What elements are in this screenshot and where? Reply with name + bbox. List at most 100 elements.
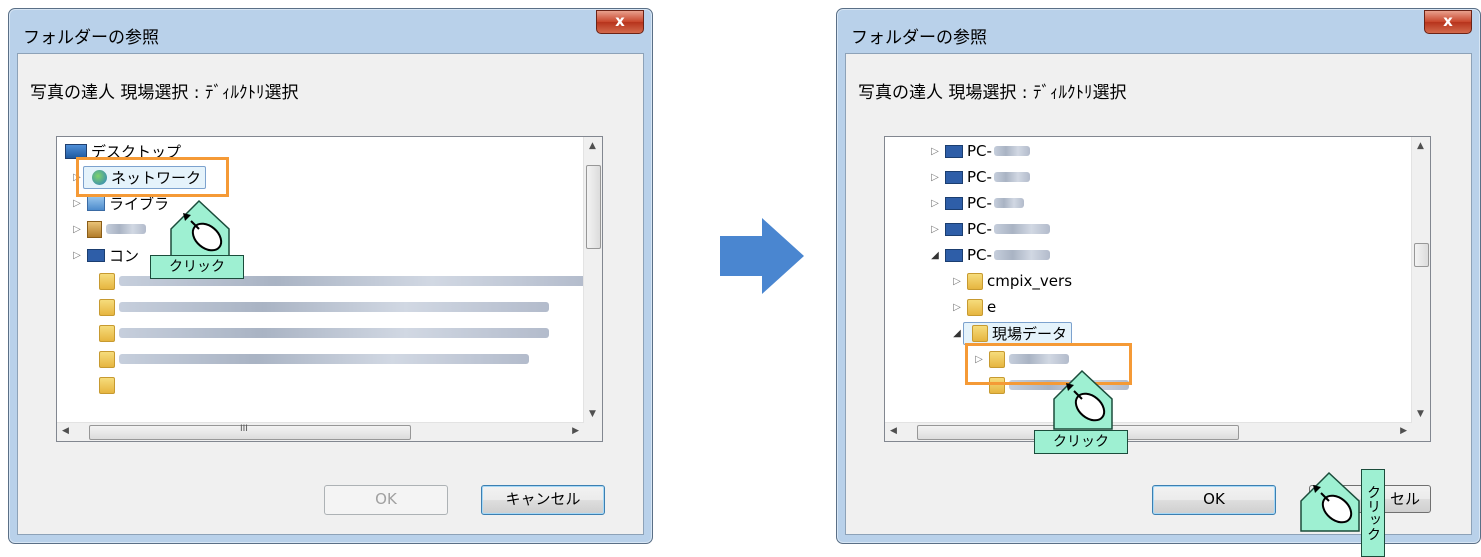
tree-item-label: PC- (967, 168, 992, 186)
tree-item-folder[interactable]: ▷ e (951, 294, 996, 320)
selected-highlight: 現場データ (963, 321, 1073, 345)
tree-item-label: PC- (967, 246, 992, 264)
folder-browse-dialog-before: フォルダーの参照 x 写真の達人 現場選択 : ﾃﾞｨﾙｸﾄﾘ選択 デスクトップ… (8, 8, 653, 544)
computer-icon (945, 144, 963, 158)
expand-icon[interactable]: ▷ (929, 224, 941, 235)
tree-item-label: cmpix_vers (987, 272, 1073, 290)
collapse-icon[interactable]: ◢ (929, 250, 941, 261)
tree-item-label: 現場データ (992, 324, 1068, 343)
blurred-text (993, 224, 1050, 234)
expand-icon[interactable]: ▷ (951, 276, 963, 287)
folder-icon (99, 376, 115, 394)
scroll-corner (584, 423, 602, 441)
close-button[interactable]: x (1424, 10, 1472, 34)
click-annotation: クリック (150, 255, 244, 279)
dialog-title: フォルダーの参照 (23, 28, 159, 48)
blurred-text (993, 172, 1030, 182)
scroll-right-icon[interactable]: ▶ (572, 426, 579, 436)
folder-icon (99, 324, 115, 342)
ok-button[interactable]: OK (1152, 485, 1276, 515)
folder-icon (99, 272, 115, 290)
collapse-icon[interactable]: ◢ (951, 328, 963, 339)
expand-icon[interactable]: ▷ (71, 198, 83, 209)
tree-item-folder[interactable] (95, 320, 549, 346)
expand-icon[interactable]: ▷ (929, 146, 941, 157)
scroll-corner (1412, 423, 1430, 441)
expand-icon[interactable]: ▷ (71, 224, 83, 235)
dialog-client-area: 写真の達人 現場選択 : ﾃﾞｨﾙｸﾄﾘ選択 ▷ PC- ▷ PC- ▷ PC-… (845, 53, 1472, 535)
tree-item-folder[interactable] (95, 294, 549, 320)
ok-button[interactable]: OK (324, 485, 448, 515)
blurred-text (993, 198, 1024, 208)
title-bar: フォルダーの参照 x (837, 9, 1480, 53)
folder-icon (972, 324, 988, 342)
expand-icon[interactable]: ▷ (929, 198, 941, 209)
scroll-down-icon[interactable]: ▼ (1417, 409, 1424, 419)
user-folder-icon (87, 220, 102, 238)
folder-icon (967, 298, 983, 316)
expand-icon[interactable]: ▷ (951, 302, 963, 313)
folder-icon (99, 350, 115, 368)
dialog-prompt: 写真の達人 現場選択 : ﾃﾞｨﾙｸﾄﾘ選択 (858, 83, 1127, 103)
right-arrow-icon (720, 218, 804, 294)
folder-icon (967, 272, 983, 290)
tree-item-folder[interactable] (95, 372, 119, 398)
expand-icon[interactable]: ▷ (929, 172, 941, 183)
tree-item-pc[interactable]: ▷ PC- (929, 138, 1030, 164)
grip-icon: III (240, 424, 248, 434)
tree-item-pc[interactable]: ▷ PC- (929, 164, 1030, 190)
tree-item-pc-expanded[interactable]: ◢ PC- (929, 242, 1050, 268)
tree-item-label: コン (109, 246, 140, 265)
scroll-right-icon[interactable]: ▶ (1400, 426, 1407, 436)
dialog-client-area: 写真の達人 現場選択 : ﾃﾞｨﾙｸﾄﾘ選択 デスクトップ ▷ ネットワーク ▷ (17, 53, 644, 535)
scroll-thumb[interactable] (586, 165, 601, 249)
computer-icon (945, 222, 963, 236)
mouse-icon (1053, 369, 1113, 430)
vertical-scrollbar[interactable]: ▲ ▼ (583, 137, 602, 423)
tree-item-label: PC- (967, 220, 992, 238)
title-bar: フォルダーの参照 x (9, 9, 652, 53)
tree-item-folder[interactable]: ▷ cmpix_vers (951, 268, 1072, 294)
folder-tree[interactable]: ▷ PC- ▷ PC- ▷ PC- ▷ PC- ◢ PC- ▷ cmpix_ve… (884, 136, 1431, 442)
tree-item-label: PC- (967, 142, 992, 160)
computer-icon (945, 248, 963, 262)
tree-item-folder[interactable] (95, 346, 529, 372)
expand-icon[interactable]: ▷ (71, 250, 83, 261)
blurred-text (993, 146, 1030, 156)
click-annotation-vertical: クリック (1361, 469, 1385, 557)
scroll-left-icon[interactable]: ◀ (890, 426, 897, 436)
cancel-button[interactable]: キャンセル (481, 485, 605, 515)
tree-item-computer[interactable]: ▷ コン (71, 242, 139, 268)
blurred-text (119, 354, 529, 364)
tree-item-label: PC- (967, 194, 992, 212)
blurred-text (119, 302, 549, 312)
dialog-prompt: 写真の達人 現場選択 : ﾃﾞｨﾙｸﾄﾘ選択 (30, 83, 299, 103)
computer-icon (945, 196, 963, 210)
close-button[interactable]: x (596, 10, 644, 34)
horizontal-scrollbar[interactable]: ◀ III ▶ (57, 422, 584, 441)
tree-item-user[interactable]: ▷ (71, 216, 146, 242)
blurred-text (106, 224, 146, 234)
mouse-icon (1300, 471, 1360, 532)
highlight-box (76, 157, 229, 197)
computer-icon (87, 248, 105, 262)
blurred-text (119, 328, 549, 338)
scroll-left-icon[interactable]: ◀ (62, 426, 69, 436)
tree-item-pc[interactable]: ▷ PC- (929, 216, 1050, 242)
scroll-up-icon[interactable]: ▲ (1417, 141, 1424, 151)
scroll-thumb[interactable] (1414, 243, 1429, 267)
dialog-title: フォルダーの参照 (851, 28, 987, 48)
tree-item-pc[interactable]: ▷ PC- (929, 190, 1024, 216)
scroll-thumb[interactable]: III (89, 424, 411, 440)
folder-icon (99, 298, 115, 316)
horizontal-scrollbar[interactable]: ◀ ▶ (885, 422, 1412, 441)
scroll-up-icon[interactable]: ▲ (589, 141, 596, 151)
library-icon (87, 195, 105, 211)
folder-browse-dialog-after: フォルダーの参照 x 写真の達人 現場選択 : ﾃﾞｨﾙｸﾄﾘ選択 ▷ PC- … (836, 8, 1481, 557)
tree-item-label: e (987, 298, 997, 316)
vertical-scrollbar[interactable]: ▲ ▼ (1411, 137, 1430, 423)
scroll-down-icon[interactable]: ▼ (589, 409, 596, 419)
computer-icon (945, 170, 963, 184)
mouse-icon (170, 199, 230, 260)
click-annotation: クリック (1034, 430, 1128, 454)
